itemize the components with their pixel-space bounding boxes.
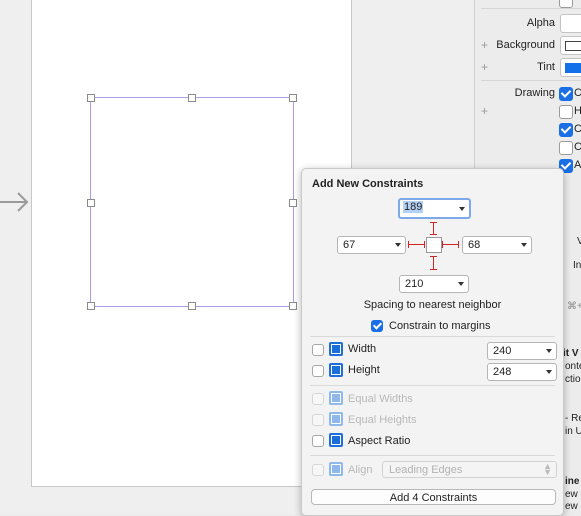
chevron-down-icon[interactable]	[546, 349, 552, 353]
drawing-option-label: H	[574, 105, 581, 117]
height-checkbox[interactable]	[312, 365, 324, 377]
tint-color-well[interactable]	[560, 58, 581, 77]
resize-handle-bottom-right[interactable]	[289, 302, 297, 310]
drawing-option-label: C	[574, 141, 581, 153]
divider	[481, 80, 581, 81]
inspector-fragment: ⌘+	[567, 301, 581, 312]
divider	[310, 455, 555, 456]
equal-widths-icon	[329, 391, 343, 405]
plus-icon[interactable]: +	[481, 38, 488, 52]
drawing-option-checkbox[interactable]	[559, 123, 573, 137]
entry-point-arrow-icon	[0, 192, 29, 212]
chevron-down-icon[interactable]	[459, 207, 465, 211]
divider	[481, 8, 581, 9]
bottom-spacing-value[interactable]: 210	[405, 278, 423, 290]
width-checkbox[interactable]	[312, 344, 324, 356]
inspector-fragment: In	[573, 260, 581, 271]
aspect-ratio-checkbox[interactable]	[312, 435, 324, 447]
divider	[310, 336, 555, 337]
tint-label: Tint	[537, 61, 555, 73]
background-label: Background	[496, 39, 555, 51]
inspector-fragment: onte	[565, 361, 581, 372]
width-combo[interactable]: 240	[487, 342, 557, 360]
width-value[interactable]: 240	[493, 345, 511, 357]
inspector-fragment: ew -	[565, 489, 581, 500]
alpha-field[interactable]	[560, 14, 581, 33]
equal-heights-label: Equal Heights	[348, 414, 417, 426]
up-down-chevron-icon: ▲ ▼	[543, 461, 552, 477]
inspector-fragment: in U	[565, 426, 581, 437]
pin-center-box	[426, 237, 442, 253]
background-color-well[interactable]	[560, 36, 581, 55]
drawing-option-label: A	[574, 159, 581, 171]
spacing-label: Spacing to nearest neighbor	[363, 299, 502, 311]
divider	[310, 385, 555, 386]
equal-widths-checkbox[interactable]	[312, 393, 324, 405]
inspector-fragment: it V	[563, 348, 579, 359]
selected-view[interactable]	[87, 94, 297, 310]
aspect-ratio-label[interactable]: Aspect Ratio	[348, 435, 410, 447]
equal-heights-checkbox[interactable]	[312, 414, 324, 426]
left-spacing-combo[interactable]: 67	[337, 236, 406, 254]
align-checkbox[interactable]	[312, 464, 324, 476]
resize-handle-bottom[interactable]	[188, 302, 196, 310]
resize-handle-bottom-left[interactable]	[87, 302, 95, 310]
align-icon	[329, 462, 343, 476]
add-constraints-button[interactable]: Add 4 Constraints	[311, 489, 556, 505]
width-label[interactable]: Width	[348, 343, 376, 355]
chevron-down-icon[interactable]	[458, 282, 464, 286]
right-spacing-value[interactable]: 68	[468, 239, 480, 251]
aspect-ratio-icon	[329, 433, 343, 447]
resize-handle-top-right[interactable]	[289, 94, 297, 102]
resize-handle-right[interactable]	[289, 199, 297, 207]
height-constraint-icon	[329, 363, 343, 377]
height-label[interactable]: Height	[348, 364, 380, 376]
popover-title: Add New Constraints	[312, 178, 424, 190]
top-spacing-value[interactable]: 189	[403, 201, 424, 213]
drawing-option-checkbox[interactable]	[559, 141, 573, 155]
resize-handle-left[interactable]	[87, 199, 95, 207]
chevron-down-icon[interactable]	[395, 243, 401, 247]
drawing-option-checkbox[interactable]	[559, 105, 573, 119]
drawing-option-checkbox[interactable]	[559, 87, 573, 101]
inspector-checkbox[interactable]	[559, 0, 573, 8]
chevron-down-icon[interactable]	[546, 370, 552, 374]
constrain-to-margins-checkbox[interactable]	[371, 320, 383, 332]
align-popup[interactable]: Leading Edges ▲ ▼	[382, 461, 557, 478]
equal-widths-label: Equal Widths	[348, 393, 413, 405]
inspector-fragment: - Re	[565, 413, 581, 424]
background-row: + Background	[475, 35, 581, 57]
align-value: Leading Edges	[389, 464, 463, 476]
resize-handle-top[interactable]	[188, 94, 196, 102]
drawing-label: Drawing	[514, 87, 555, 99]
height-value[interactable]: 248	[493, 366, 511, 378]
resize-handle-top-left[interactable]	[87, 94, 95, 102]
tint-row: + Tint	[475, 57, 581, 79]
inspector-fragment: ction	[565, 374, 581, 385]
drawing-option-label: C	[574, 87, 581, 99]
height-combo[interactable]: 248	[487, 363, 557, 381]
alpha-label: Alpha	[526, 17, 555, 29]
plus-icon[interactable]: +	[481, 60, 488, 74]
inspector-fragment: ew -	[565, 501, 581, 512]
equal-heights-icon	[329, 412, 343, 426]
constrain-to-margins-label[interactable]: Constrain to margins	[389, 320, 491, 332]
bottom-spacing-combo[interactable]: 210	[399, 275, 469, 293]
top-spacing-combo[interactable]: 189	[398, 198, 471, 219]
left-spacing-value[interactable]: 67	[343, 239, 355, 251]
inspector-fragment: ine	[565, 476, 580, 487]
plus-icon[interactable]: +	[481, 104, 488, 118]
chevron-down-icon[interactable]	[521, 243, 527, 247]
align-label: Align	[348, 464, 373, 476]
alpha-row: Alpha	[475, 13, 581, 35]
drawing-option-label: C	[574, 123, 581, 135]
add-constraints-popover: Add New Constraints 189 67 68 210 Spacin…	[301, 168, 564, 516]
inspector-fragment: V	[577, 236, 581, 247]
right-spacing-combo[interactable]: 68	[462, 236, 532, 254]
width-constraint-icon	[329, 342, 343, 356]
